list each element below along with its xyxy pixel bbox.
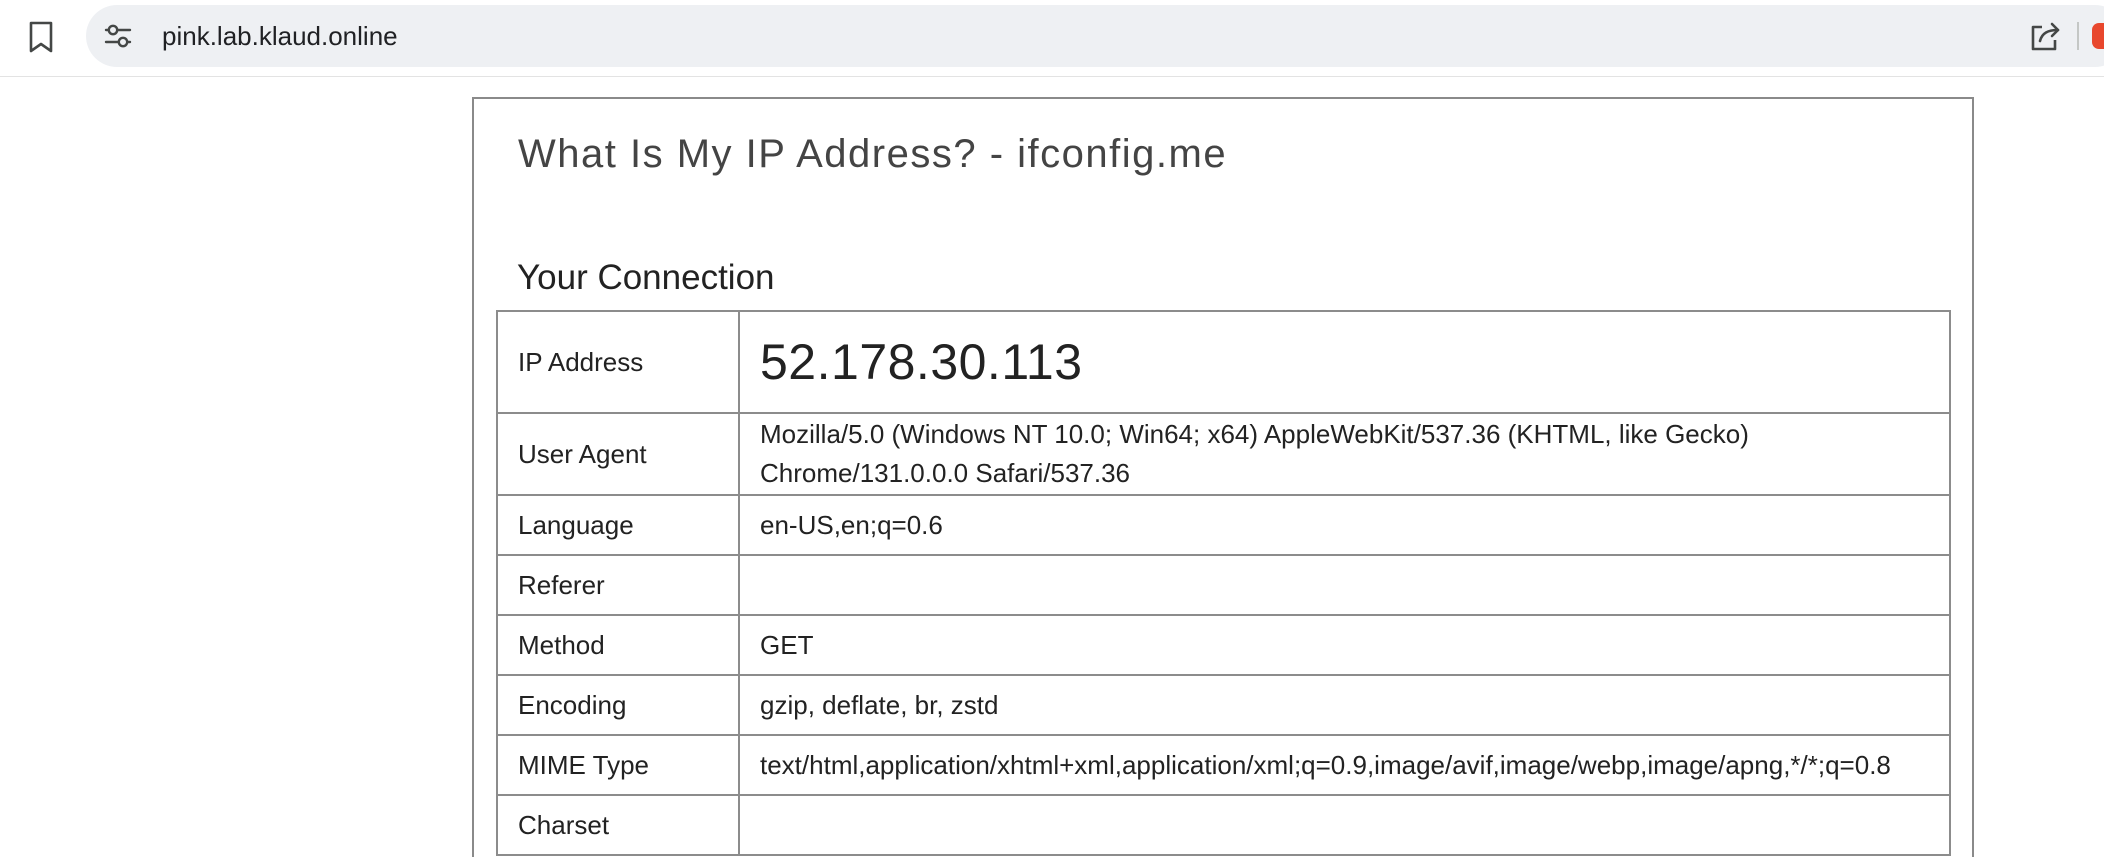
table-row: MIME Type text/html,application/xhtml+xm… bbox=[496, 734, 1951, 796]
table-row: Encoding gzip, deflate, br, zstd bbox=[496, 674, 1951, 736]
table-row: IP Address 52.178.30.113 bbox=[496, 310, 1951, 414]
page-title: What Is My IP Address? - ifconfig.me bbox=[518, 132, 1228, 176]
table-row: Method GET bbox=[496, 614, 1951, 676]
tune-icon[interactable] bbox=[104, 23, 132, 49]
row-value: en-US,en;q=0.6 bbox=[738, 494, 1951, 556]
content-card: What Is My IP Address? - ifconfig.me You… bbox=[472, 97, 1974, 857]
row-value: Mozilla/5.0 (Windows NT 10.0; Win64; x64… bbox=[738, 412, 1951, 496]
bookmark-icon[interactable] bbox=[26, 20, 56, 54]
row-key: User Agent bbox=[496, 412, 740, 496]
table-row: Charset bbox=[496, 794, 1951, 856]
url-text[interactable]: pink.lab.klaud.online bbox=[162, 21, 398, 51]
toolbar-divider bbox=[2077, 22, 2079, 50]
row-value: GET bbox=[738, 614, 1951, 676]
row-key: IP Address bbox=[496, 310, 740, 414]
extension-icon[interactable] bbox=[2092, 23, 2104, 49]
table-row: Language en-US,en;q=0.6 bbox=[496, 494, 1951, 556]
row-key: MIME Type bbox=[496, 734, 740, 796]
row-value: gzip, deflate, br, zstd bbox=[738, 674, 1951, 736]
connection-table: IP Address 52.178.30.113 User Agent Mozi… bbox=[496, 310, 1951, 856]
ip-address-value: 52.178.30.113 bbox=[738, 310, 1951, 414]
browser-toolbar: pink.lab.klaud.online bbox=[0, 0, 2104, 77]
row-key: Encoding bbox=[496, 674, 740, 736]
row-key: Referer bbox=[496, 554, 740, 616]
row-value bbox=[738, 554, 1951, 616]
address-bar[interactable]: pink.lab.klaud.online bbox=[86, 5, 2104, 67]
row-key: Charset bbox=[496, 794, 740, 856]
table-row: User Agent Mozilla/5.0 (Windows NT 10.0;… bbox=[496, 412, 1951, 496]
row-key: Language bbox=[496, 494, 740, 556]
table-row: Referer bbox=[496, 554, 1951, 616]
row-key: Method bbox=[496, 614, 740, 676]
share-icon[interactable] bbox=[2028, 21, 2062, 53]
row-value: text/html,application/xhtml+xml,applicat… bbox=[738, 734, 1951, 796]
section-heading: Your Connection bbox=[517, 258, 775, 297]
row-value bbox=[738, 794, 1951, 856]
